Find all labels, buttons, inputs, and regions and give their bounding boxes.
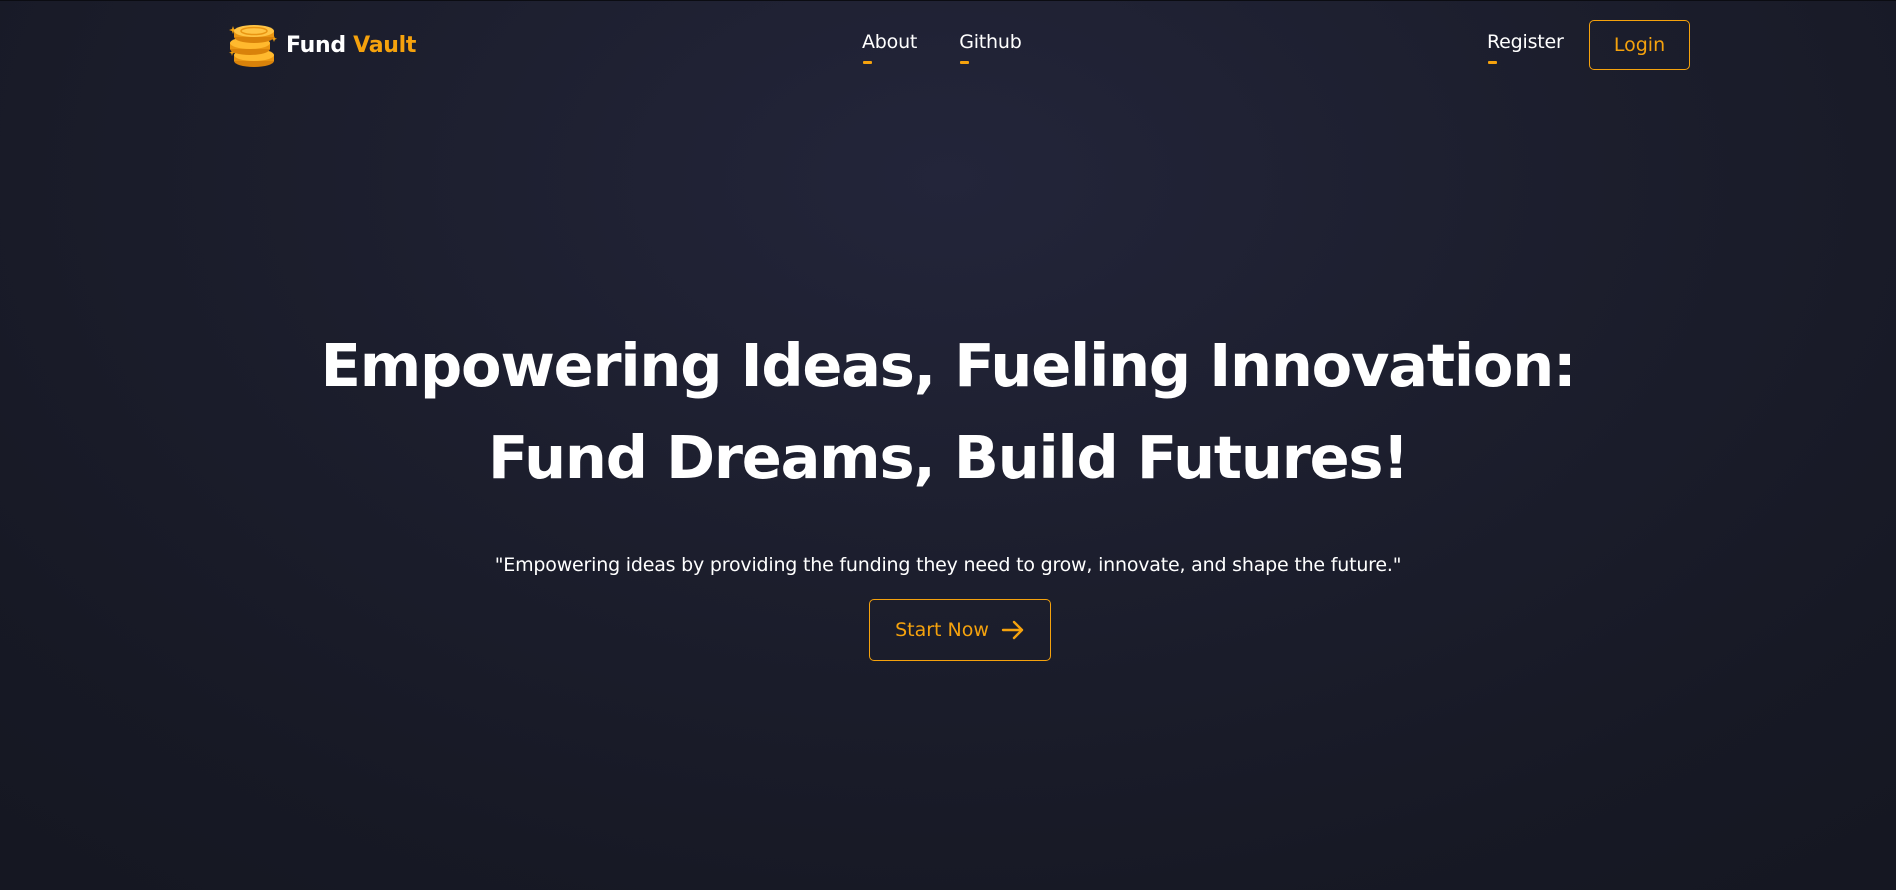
start-now-button[interactable]: Start Now	[869, 599, 1051, 661]
nav-links: About Github	[862, 31, 1022, 64]
brand-name-part2: Vault	[353, 32, 417, 58]
nav-link-about[interactable]: About	[862, 31, 917, 64]
hero-section: Empowering Ideas, Fueling Innovation: Fu…	[0, 320, 1896, 576]
start-now-label: Start Now	[895, 619, 989, 641]
register-link[interactable]: Register	[1487, 31, 1564, 64]
navbar: Fund Vault About Github Register Login	[0, 0, 1896, 90]
hero-title: Empowering Ideas, Fueling Innovation: Fu…	[0, 320, 1896, 504]
brand-name: Fund Vault	[286, 33, 416, 58]
brand-logo[interactable]: Fund Vault	[228, 20, 416, 70]
arrow-right-icon	[1001, 620, 1025, 640]
hero-title-line2: Fund Dreams, Build Futures!	[487, 423, 1409, 492]
nav-link-github[interactable]: Github	[959, 31, 1022, 64]
login-button[interactable]: Login	[1589, 20, 1690, 70]
hero-subtitle: "Empowering ideas by providing the fundi…	[494, 554, 1402, 576]
coin-stack-icon	[228, 20, 278, 70]
hero-title-line1: Empowering Ideas, Fueling Innovation:	[320, 331, 1577, 400]
brand-name-part1: Fund	[286, 32, 346, 58]
